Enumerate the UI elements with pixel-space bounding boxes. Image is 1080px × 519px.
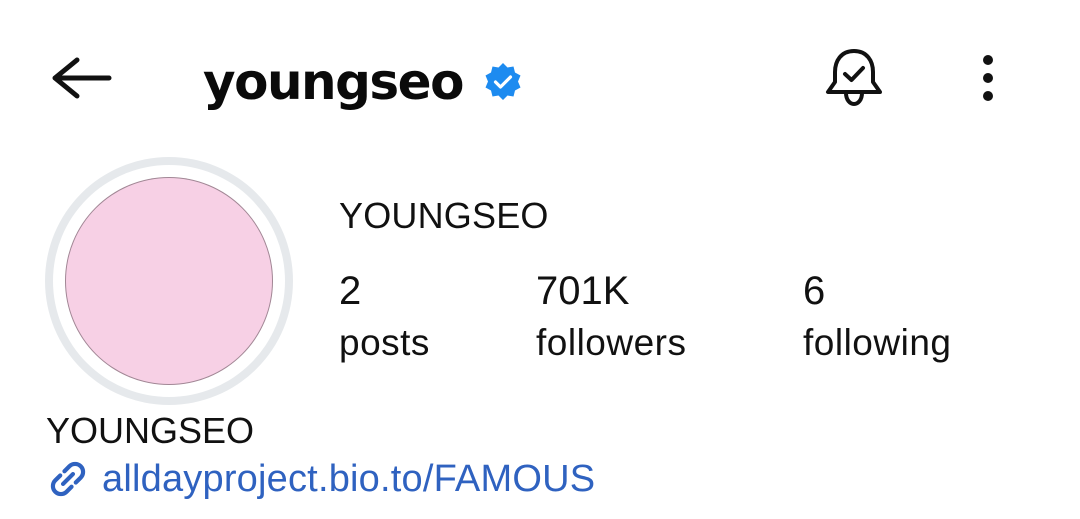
following-count: 6 [803,269,826,313]
back-button[interactable] [40,45,120,115]
username: youngseo [203,53,464,111]
avatar-ring-gap [53,165,285,397]
bio-link[interactable]: alldayproject.bio.to/FAMOUS [46,455,595,503]
more-vertical-icon [981,53,995,108]
notifications-button[interactable] [818,44,890,116]
profile-avatar[interactable] [45,157,293,405]
avatar-image [65,177,273,385]
back-arrow-icon [47,54,113,107]
posts-count: 2 [339,269,362,313]
link-icon [46,457,90,501]
stat-followers[interactable]: 701K followers [536,267,687,365]
followers-label: followers [536,322,687,363]
stat-posts[interactable]: 2 posts [339,267,430,365]
display-name: YOUNGSEO [339,195,549,236]
stat-following[interactable]: 6 following [803,267,951,365]
following-label: following [803,322,952,363]
more-options-button[interactable] [962,48,1014,112]
username-title: youngseo [203,42,523,122]
posts-label: posts [339,322,430,363]
bio-link-text: alldayproject.bio.to/FAMOUS [102,458,596,500]
followers-count: 701K [536,269,630,313]
bell-check-icon [823,46,885,115]
profile-header: youngseo [0,0,1080,150]
verified-badge-icon [483,62,523,102]
bio-name: YOUNGSEO [46,410,255,451]
